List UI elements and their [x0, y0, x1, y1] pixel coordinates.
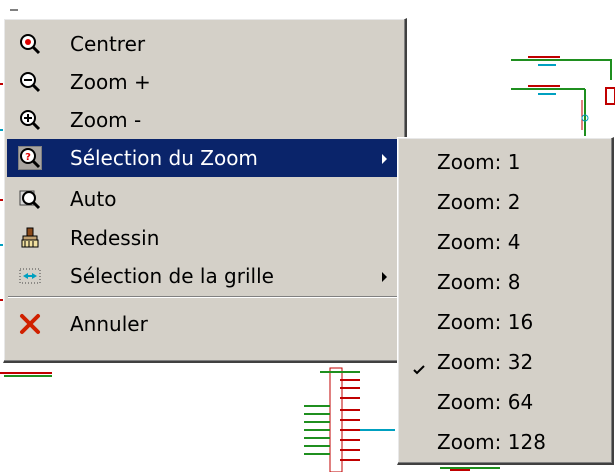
submenu-item-zoom-4[interactable]: Zoom: 4 [401, 222, 608, 261]
zoom-auto-icon [19, 188, 41, 210]
submenu-item-zoom-128[interactable]: Zoom: 128 [401, 422, 608, 461]
submenu-item-zoom-1[interactable]: Zoom: 1 [401, 142, 608, 181]
menu-item-centrer[interactable]: Centrer [7, 25, 401, 63]
checkmark-icon [413, 356, 425, 375]
menu-item-auto[interactable]: Auto [7, 180, 401, 218]
submenu-item-zoom-16[interactable]: Zoom: 16 [401, 302, 608, 341]
menu-separator [8, 296, 400, 298]
zoom-in-icon [19, 71, 41, 93]
cancel-x-icon [19, 313, 41, 335]
submenu-arrow-icon [382, 272, 387, 282]
submenu-item-zoom-8[interactable]: Zoom: 8 [401, 262, 608, 301]
grid-select-icon [19, 265, 41, 287]
submenu-item-zoom-32[interactable]: Zoom: 32 [401, 342, 608, 381]
menu-item-selection-zoom[interactable]: ? Sélection du Zoom [7, 139, 401, 177]
center-zoom-icon [19, 33, 41, 55]
zoom-out-icon [19, 109, 41, 131]
redraw-brush-icon [19, 227, 41, 249]
menu-item-zoom-minus[interactable]: Zoom - [7, 101, 401, 139]
submenu-arrow-icon [382, 154, 387, 164]
menu-item-redessin[interactable]: Redessin [7, 219, 401, 257]
zoom-submenu: Zoom: 1 Zoom: 2 Zoom: 4 Zoom: 8 Zoom: 16… [397, 137, 614, 465]
zoom-select-icon: ? [18, 146, 42, 170]
submenu-item-zoom-2[interactable]: Zoom: 2 [401, 182, 608, 221]
svg-text:?: ? [25, 152, 31, 163]
submenu-item-zoom-64[interactable]: Zoom: 64 [401, 382, 608, 421]
schematic-component-top-right [511, 56, 615, 136]
menu-item-selection-grille[interactable]: Sélection de la grille [7, 257, 401, 295]
menu-item-annuler[interactable]: Annuler [7, 305, 401, 343]
context-menu: Centrer Zoom + Zoom - ? Sélection du Zoo… [3, 18, 407, 363]
menu-item-zoom-plus[interactable]: Zoom + [7, 63, 401, 101]
